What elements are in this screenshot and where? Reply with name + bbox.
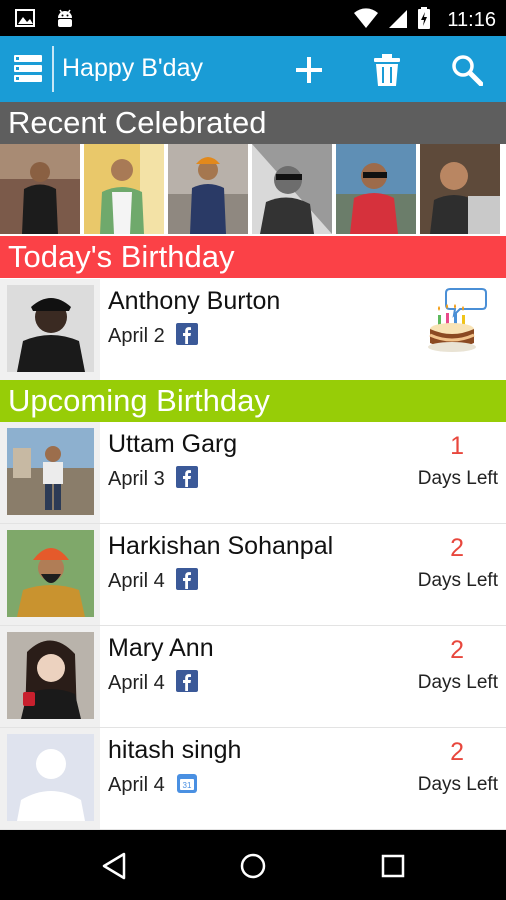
photo-cell (0, 728, 100, 829)
search-icon (452, 55, 483, 86)
recent-photo[interactable] (84, 144, 164, 234)
contact-name: Harkishan Sohanpal (108, 532, 334, 560)
contact-photo (7, 632, 94, 719)
upcoming-birthday-header: Upcoming Birthday (0, 380, 506, 422)
upcoming-row[interactable]: Harkishan Sohanpal April 4 2 Days Left (0, 524, 506, 626)
signal-icon (387, 7, 409, 34)
upcoming-row[interactable]: hitash singh April 4 31 2 Days Left (0, 728, 506, 830)
plus-icon (296, 57, 322, 83)
recent-photo[interactable] (0, 144, 80, 234)
contact-photo (7, 285, 94, 372)
contact-photo (7, 530, 94, 617)
gallery-icon (14, 7, 36, 34)
birthday-cake-wish-icon[interactable] (426, 287, 488, 355)
birthday-date: April 3 (108, 468, 165, 490)
facebook-icon (176, 466, 198, 488)
days-left-count: 2 (450, 534, 464, 562)
battery-icon (417, 6, 431, 35)
photo-cell (0, 626, 100, 727)
home-icon (240, 853, 266, 879)
days-left-label: Days Left (417, 570, 498, 591)
status-bar: 11:16 (0, 0, 506, 36)
app-bar-divider (52, 46, 54, 92)
contact-name: hitash singh (108, 736, 242, 764)
recent-photo[interactable] (336, 144, 416, 234)
recent-photo[interactable] (252, 144, 332, 234)
days-left-label: Days Left (417, 468, 498, 489)
recent-photo[interactable] (420, 144, 500, 234)
photo-cell (0, 422, 100, 523)
days-left-count: 1 (450, 432, 464, 460)
add-button[interactable] (289, 50, 329, 90)
clock-time: 11:16 (447, 9, 496, 31)
photo-cell (0, 524, 100, 625)
recent-apps-button[interactable] (373, 846, 413, 886)
days-left-count: 2 (450, 738, 464, 766)
contact-name: Anthony Burton (108, 287, 281, 315)
search-button[interactable] (447, 50, 487, 90)
trash-icon (374, 54, 400, 86)
facebook-icon (176, 670, 198, 692)
back-icon (102, 852, 126, 880)
birthday-date: April 4 (108, 672, 165, 694)
contact-photo-placeholder (7, 734, 94, 821)
birthday-date: April 4 (108, 774, 165, 796)
photo-cell (0, 279, 100, 380)
contact-name: Mary Ann (108, 634, 214, 662)
facebook-icon (176, 323, 198, 345)
app-title: Happy B'day (62, 54, 203, 82)
upcoming-row[interactable]: Mary Ann April 4 2 Days Left (0, 626, 506, 728)
contact-photo (7, 428, 94, 515)
android-icon (54, 7, 76, 34)
days-left-label: Days Left (417, 774, 498, 795)
drawer-menu-icon[interactable] (10, 50, 48, 88)
facebook-icon (176, 568, 198, 590)
recent-apps-icon (381, 854, 405, 878)
wifi-icon (353, 7, 379, 34)
back-button[interactable] (94, 846, 134, 886)
days-left-count: 2 (450, 636, 464, 664)
todays-birthday-header: Today's Birthday (0, 236, 506, 278)
app-bar: Happy B'day (0, 36, 506, 102)
svg-text:31: 31 (183, 781, 192, 790)
recent-celebrated-header: Recent Celebrated (0, 102, 506, 144)
delete-button[interactable] (367, 50, 407, 90)
recent-celebrated-strip (0, 144, 506, 236)
home-button[interactable] (233, 846, 273, 886)
navigation-bar (0, 830, 506, 900)
calendar-icon: 31 (176, 772, 198, 794)
upcoming-row[interactable]: Uttam Garg April 3 1 Days Left (0, 422, 506, 524)
today-birthday-row[interactable]: Anthony Burton April 2 (0, 279, 506, 381)
days-left-label: Days Left (417, 672, 498, 693)
recent-photo[interactable] (168, 144, 248, 234)
contact-name: Uttam Garg (108, 430, 238, 458)
birthday-date: April 2 (108, 325, 165, 347)
birthday-date: April 4 (108, 570, 165, 592)
